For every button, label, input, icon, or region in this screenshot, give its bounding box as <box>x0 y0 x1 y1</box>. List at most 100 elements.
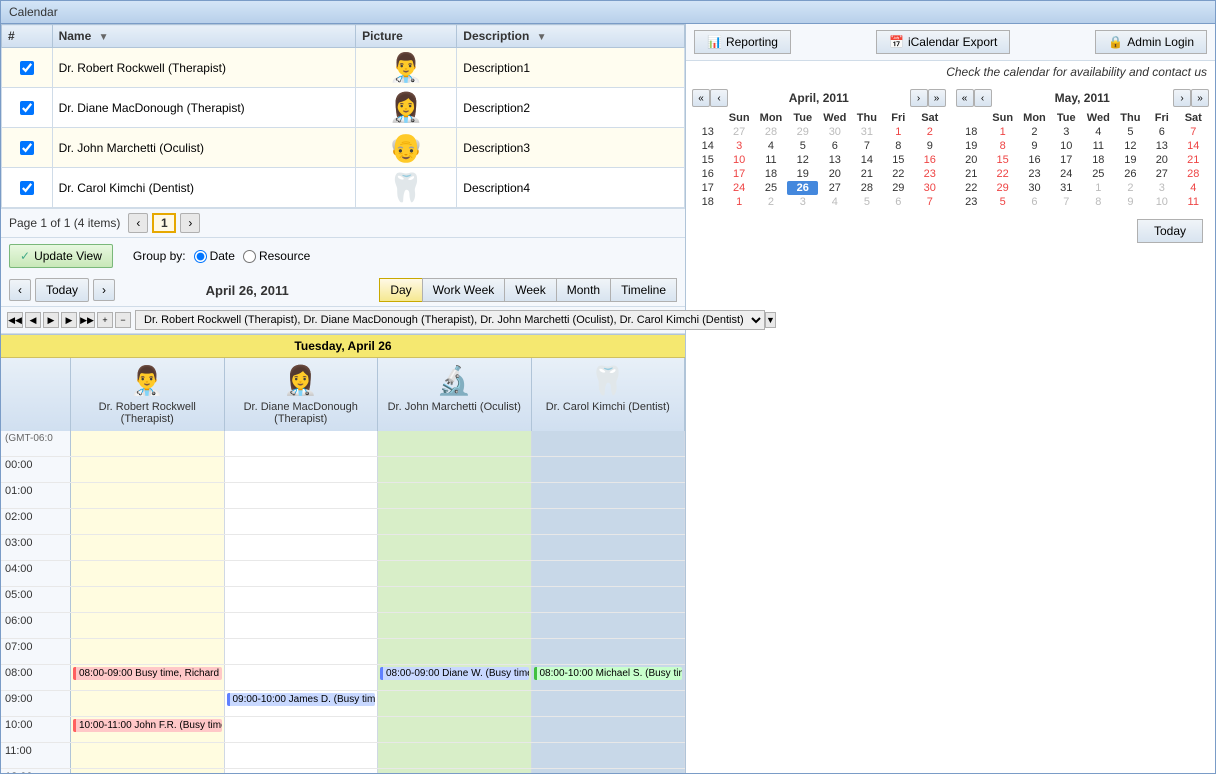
may-day[interactable]: 2 <box>1115 181 1146 195</box>
may-day[interactable]: 26 <box>1115 167 1146 181</box>
april-day[interactable]: 16 <box>914 153 945 167</box>
april-day[interactable]: 12 <box>787 153 818 167</box>
april-day[interactable]: 6 <box>883 195 914 209</box>
may-day[interactable]: 18 <box>1082 153 1115 167</box>
cell-0000-0[interactable] <box>71 457 225 482</box>
event-0800-0[interactable]: 08:00-09:00 Busy time, Richard M. <box>73 667 222 680</box>
cell-0900-2[interactable] <box>378 691 532 716</box>
may-day[interactable]: 19 <box>1115 153 1146 167</box>
april-day[interactable]: 13 <box>818 153 851 167</box>
cell-1200-0[interactable] <box>71 769 225 773</box>
may-day[interactable]: 28 <box>1178 167 1209 181</box>
col-header-name[interactable]: Name ▼ <box>52 25 356 48</box>
resource-filter-select[interactable]: Dr. Robert Rockwell (Therapist), Dr. Dia… <box>135 310 765 330</box>
nav-prev-button[interactable]: ‹ <box>9 279 31 301</box>
event-0900-1[interactable]: 09:00-10:00 James D. (Busy time) <box>227 693 376 706</box>
cell-0100-3[interactable] <box>532 483 686 508</box>
cell-0000-2[interactable] <box>378 457 532 482</box>
cell-1100-2[interactable] <box>378 743 532 768</box>
row-checkbox-cell[interactable] <box>2 48 53 88</box>
cell-0700-1[interactable] <box>225 639 379 664</box>
row-checkbox[interactable] <box>20 101 34 115</box>
april-day[interactable]: 24 <box>723 181 754 195</box>
cell-0200-3[interactable] <box>532 509 686 534</box>
april-day[interactable]: 3 <box>723 139 754 153</box>
may-day[interactable]: 15 <box>987 153 1018 167</box>
group-by-resource-label[interactable]: Resource <box>243 249 310 263</box>
event-1000-0[interactable]: 10:00-11:00 John F.R. (Busy time) <box>73 719 222 732</box>
may-prev2-button[interactable]: ‹ <box>974 89 992 107</box>
cell-1100-0[interactable] <box>71 743 225 768</box>
col-header-desc[interactable]: Description ▼ <box>457 25 685 48</box>
april-day[interactable]: 5 <box>787 139 818 153</box>
cell-0300-0[interactable] <box>71 535 225 560</box>
may-day[interactable]: 11 <box>1178 195 1209 209</box>
april-day[interactable]: 11 <box>755 153 787 167</box>
may-day[interactable]: 30 <box>1018 181 1050 195</box>
cell-0600-2[interactable] <box>378 613 532 638</box>
april-day[interactable]: 29 <box>787 125 818 139</box>
may-day[interactable]: 24 <box>1051 167 1082 181</box>
cell-0500-1[interactable] <box>225 587 379 612</box>
may-day[interactable]: 14 <box>1178 139 1209 153</box>
april-day[interactable]: 29 <box>883 181 914 195</box>
may-day[interactable]: 16 <box>1018 153 1050 167</box>
may-next2-button[interactable]: » <box>1191 89 1209 107</box>
cell-0900-0[interactable] <box>71 691 225 716</box>
cell-0800-0[interactable]: 08:00-09:00 Busy time, Richard M. <box>71 665 225 690</box>
april-day[interactable]: 28 <box>851 181 882 195</box>
may-day[interactable]: 31 <box>1051 181 1082 195</box>
icalendar-button[interactable]: 📅 iCalendar Export <box>876 30 1010 54</box>
cell-0800-2[interactable]: 08:00-09:00 Diane W. (Busy time) <box>378 665 532 690</box>
april-day[interactable]: 22 <box>883 167 914 181</box>
april-next-button[interactable]: › <box>910 89 928 107</box>
row-checkbox[interactable] <box>20 61 34 75</box>
row-checkbox[interactable] <box>20 141 34 155</box>
row-checkbox-cell[interactable] <box>2 128 53 168</box>
may-day[interactable]: 6 <box>1018 195 1050 209</box>
may-day[interactable]: 6 <box>1146 125 1177 139</box>
view-day-button[interactable]: Day <box>379 278 421 302</box>
april-day[interactable]: 18 <box>755 167 787 181</box>
april-day[interactable]: 31 <box>851 125 882 139</box>
cell-0400-0[interactable] <box>71 561 225 586</box>
april-day[interactable]: 21 <box>851 167 882 181</box>
april-day[interactable]: 4 <box>755 139 787 153</box>
may-day[interactable]: 4 <box>1082 125 1115 139</box>
april-day[interactable]: 14 <box>851 153 882 167</box>
filter-play-button[interactable]: ▶ <box>43 312 59 328</box>
may-day[interactable]: 3 <box>1146 181 1177 195</box>
event-0800-3[interactable]: 08:00-10:00 Michael S. (Busy time) <box>534 667 683 680</box>
name-filter-icon[interactable]: ▼ <box>99 32 109 43</box>
may-day[interactable]: 9 <box>1018 139 1050 153</box>
april-day[interactable]: 15 <box>883 153 914 167</box>
may-prev-button[interactable]: « <box>956 89 974 107</box>
cell-0100-2[interactable] <box>378 483 532 508</box>
may-day[interactable]: 1 <box>987 125 1018 139</box>
row-checkbox-cell[interactable] <box>2 88 53 128</box>
may-day[interactable]: 23 <box>1018 167 1050 181</box>
may-day[interactable]: 10 <box>1146 195 1177 209</box>
time-grid-scroll[interactable]: (GMT-06:0 00:00 <box>1 431 685 773</box>
may-day[interactable]: 12 <box>1115 139 1146 153</box>
today-nav-button[interactable]: Today <box>35 278 89 302</box>
desc-filter-icon[interactable]: ▼ <box>537 32 547 43</box>
cell-0700-3[interactable] <box>532 639 686 664</box>
nav-next-button[interactable]: › <box>93 279 115 301</box>
april-day[interactable]: 30 <box>914 181 945 195</box>
cell-0800-1[interactable] <box>225 665 379 690</box>
april-day[interactable]: 30 <box>818 125 851 139</box>
cell-1000-0[interactable]: 10:00-11:00 John F.R. (Busy time) <box>71 717 225 742</box>
april-day[interactable]: 2 <box>914 125 945 139</box>
may-day[interactable]: 13 <box>1146 139 1177 153</box>
cell-1000-2[interactable] <box>378 717 532 742</box>
may-day[interactable]: 17 <box>1051 153 1082 167</box>
april-day[interactable]: 27 <box>818 181 851 195</box>
april-day[interactable]: 3 <box>787 195 818 209</box>
filter-add-button[interactable]: + <box>97 312 113 328</box>
may-day[interactable]: 29 <box>987 181 1018 195</box>
cell-0700-0[interactable] <box>71 639 225 664</box>
april-day[interactable]: 10 <box>723 153 754 167</box>
may-next-button[interactable]: › <box>1173 89 1191 107</box>
april-day[interactable]: 17 <box>723 167 754 181</box>
